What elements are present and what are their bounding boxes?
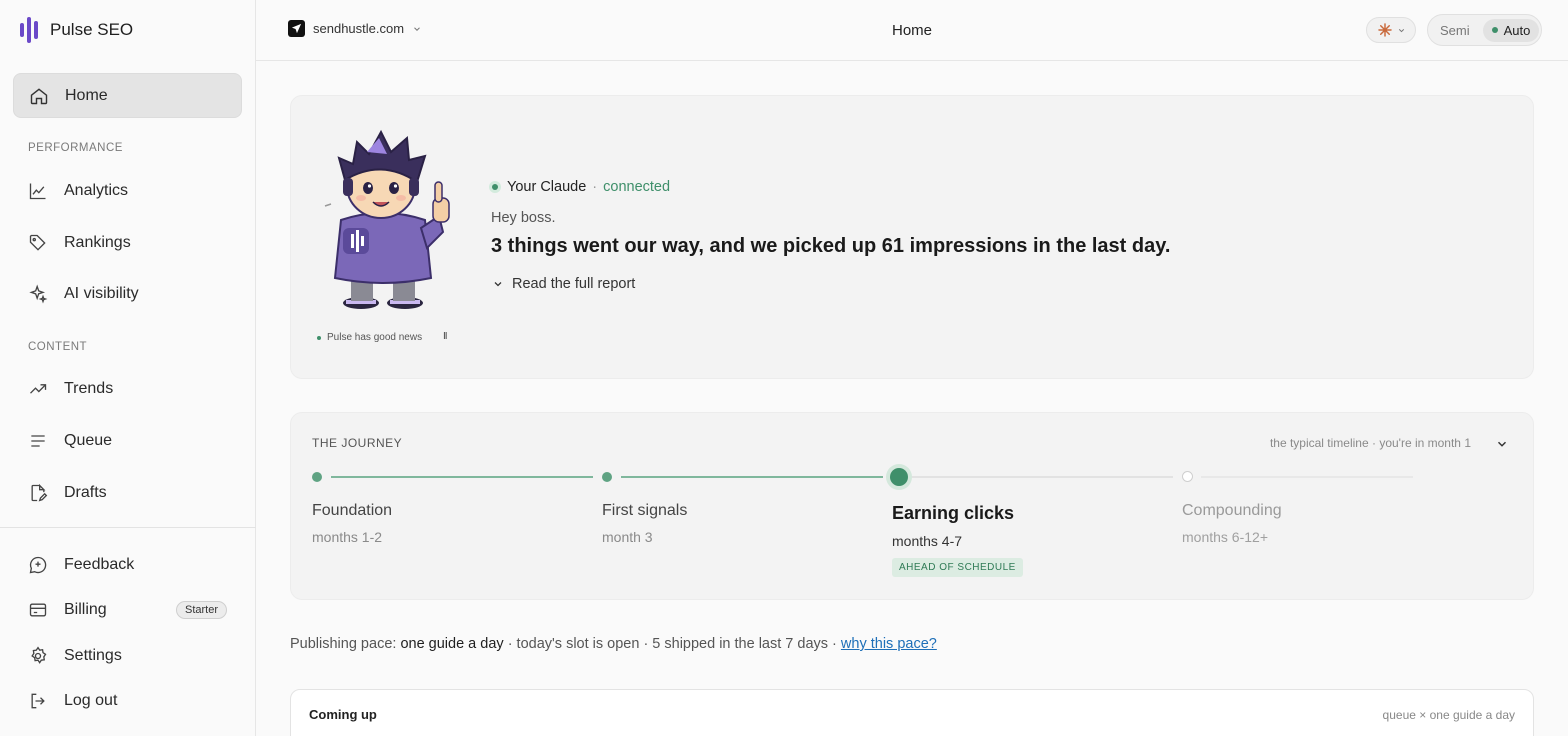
pulse-logo-icon [20,17,38,43]
sidebar-item-feedback[interactable]: Feedback [13,542,242,587]
section-label-content: CONTENT [28,341,88,353]
brand-name: Pulse SEO [50,20,134,39]
mode-toggle: Semi Auto [1427,14,1542,46]
sidebar-divider [0,527,256,528]
chevron-down-icon[interactable] [1495,437,1509,451]
sidebar-item-label: Trends [64,379,114,397]
stage-period: month 3 [602,529,653,545]
sidebar-item-drafts[interactable]: Drafts [13,470,242,515]
stage-node-done [602,472,612,482]
sidebar-item-ai-visibility[interactable]: AI visibility [13,271,242,316]
greeting: Hey boss. [491,210,556,226]
sidebar: Pulse SEO Home PERFORMANCE Analytics Ran… [0,0,256,736]
sidebar-item-label: Analytics [64,181,129,199]
stage-name-current: Earning clicks [892,503,1015,523]
coming-up-card: Coming up queue × one guide a day [290,689,1534,736]
gear-icon [31,645,47,664]
sidebar-item-label: AI visibility [64,284,139,302]
sidebar-item-label: Home [65,86,108,104]
read-report-label: Read the full report [512,276,636,292]
sidebar-item-billing[interactable]: Billing Starter [13,587,242,632]
stage-node-current [890,468,908,486]
sidebar-item-label: Drafts [64,483,107,501]
stage-period: months 1-2 [312,529,383,545]
sidebar-item-queue[interactable]: Queue [13,418,242,463]
section-label-performance: PERFORMANCE [28,142,123,154]
trending-up-icon [30,383,47,394]
stage-period: months 6-12+ [1182,529,1268,545]
pace-details: · today's slot is open · 5 shipped in th… [507,636,837,652]
sidebar-item-label: Feedback [64,555,135,573]
sidebar-item-settings[interactable]: Settings [13,633,242,678]
tag-icon [29,234,46,251]
sidebar-item-logout[interactable]: Log out [13,678,242,723]
feedback-icon [29,556,47,573]
hero-card: Pulse has good news II Your Claude · con… [290,95,1534,379]
sidebar-item-label: Billing [64,600,107,618]
mode-auto-label: Auto [1503,22,1531,38]
document-edit-icon [31,483,48,502]
stage-name: First signals [602,502,688,519]
track-segment [1201,476,1413,478]
mode-semi[interactable]: Semi [1431,19,1479,42]
pace-prefix: Publishing pace: [290,636,397,652]
coming-up-title: Coming up [309,707,377,722]
stage-node-done [312,472,322,482]
chart-line-icon [29,183,46,199]
publishing-pace: Publishing pace: one guide a day · today… [290,636,937,652]
sidebar-item-label: Settings [64,646,122,664]
journey-label: THE JOURNEY [312,436,403,450]
sidebar-item-label: Queue [64,431,113,449]
credit-card-icon [29,603,47,616]
pace-rate: one guide a day [400,636,504,652]
status-dot-icon [317,335,321,340]
why-pace-link[interactable]: why this pace? [841,636,937,652]
list-icon [31,434,45,447]
mascot-status: Pulse has good news [317,332,422,343]
report-headline: 3 things went our way, and we picked up … [491,235,1171,257]
status-separator: · [592,179,598,195]
journey-card: THE JOURNEY the typical timeline · you'r… [290,412,1534,600]
mode-auto[interactable]: Auto [1482,18,1540,42]
sidebar-item-home[interactable]: Home [13,73,242,118]
agent-status: Your Claude · connected [489,179,670,195]
sidebar-item-analytics[interactable]: Analytics [13,168,242,213]
stage-name: Compounding [1182,502,1282,519]
stage-name: Foundation [312,502,393,519]
agent-name: Your Claude [507,179,587,195]
model-selector[interactable] [1366,17,1416,43]
journey-note: the typical timeline · you're in month 1 [1269,436,1471,450]
logout-icon [31,693,45,708]
chevron-down-icon [1398,28,1404,32]
stage-node-upcoming [1182,471,1193,482]
mascot-status-text: Pulse has good news [327,332,423,343]
claude-sunburst-icon [1377,23,1392,37]
sparkle-icon [29,283,48,303]
track-segment [911,476,1173,478]
sidebar-item-rankings[interactable]: Rankings [13,220,242,265]
track-segment [331,476,593,478]
sidebar-item-label: Log out [64,691,118,709]
sidebar-item-trends[interactable]: Trends [13,366,242,411]
topbar: sendhustle.com Home Semi Auto [256,0,1568,61]
brand[interactable]: Pulse SEO [20,17,133,43]
home-icon [30,87,48,104]
track-segment [621,476,883,478]
connected-dot-icon [489,181,501,193]
connection-status: connected [603,179,671,195]
mascot-illustration [324,129,450,309]
sidebar-item-label: Rankings [64,233,131,251]
plan-badge: Starter [175,600,227,619]
ahead-badge: AHEAD OF SCHEDULE [892,558,1023,577]
stage-period-current: months 4-7 [892,533,963,549]
chevron-down-icon [494,282,502,287]
pause-button[interactable]: II [443,331,447,342]
coming-up-note: queue × one guide a day [1382,708,1515,722]
active-dot-icon [1491,27,1498,33]
read-report-toggle[interactable]: Read the full report [492,276,635,292]
